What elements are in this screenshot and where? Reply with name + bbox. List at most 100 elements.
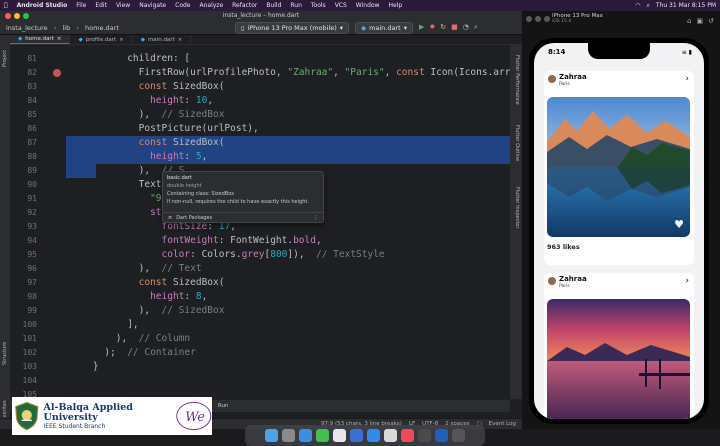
line-number[interactable]: 99 (10, 304, 37, 318)
tab-main-dart[interactable]: ◆ main.dart × (133, 35, 192, 44)
xcode-icon[interactable] (435, 429, 448, 442)
wifi-icon[interactable]: ◠ (635, 2, 640, 10)
safari-icon[interactable] (299, 429, 312, 442)
line-number[interactable]: 86 (10, 122, 37, 136)
zoom-icon[interactable] (367, 429, 380, 442)
run-config-selector[interactable]: ◆ main.dart ▾ (355, 21, 413, 34)
profile-icon[interactable]: ◔ (463, 23, 469, 32)
close-window-button[interactable] (5, 13, 11, 19)
menu-run[interactable]: Run (290, 2, 302, 9)
code-line[interactable]: ), // Text (70, 262, 202, 276)
close-window-button[interactable] (526, 16, 532, 22)
code-line[interactable]: const SizedBox( (70, 80, 225, 94)
line-number[interactable]: 98 (10, 290, 37, 304)
menu-build[interactable]: Build (266, 2, 281, 9)
menu-window[interactable]: Window (356, 2, 380, 9)
code-line[interactable]: height: 8, (70, 290, 207, 304)
flutter-inspector-tab[interactable]: Flutter Inspector (514, 187, 520, 228)
search-everywhere-icon[interactable]: ⌕ (474, 23, 478, 32)
notes-icon[interactable] (384, 429, 397, 442)
breadcrumb-lib[interactable]: lib (62, 24, 70, 32)
close-tab-icon[interactable]: × (178, 37, 183, 43)
post-photo[interactable] (547, 299, 690, 419)
tab-profile-dart[interactable]: ◆ profile.dart × (70, 35, 133, 44)
line-number[interactable]: 92 (10, 206, 37, 220)
line-number[interactable]: 82 (10, 66, 37, 80)
music-icon[interactable] (401, 429, 414, 442)
menu-tools[interactable]: Tools (311, 2, 326, 9)
line-number[interactable]: 90 (10, 178, 37, 192)
code-line[interactable]: height: 5, (70, 150, 207, 164)
code-line[interactable]: ), // Column (70, 332, 190, 346)
line-number[interactable]: 93 (10, 220, 37, 234)
post-username[interactable]: Zahraa (559, 275, 587, 283)
launchpad-icon[interactable] (282, 429, 295, 442)
structure-tool-tab[interactable]: Structure (2, 342, 8, 365)
line-number[interactable]: 103 (10, 360, 37, 374)
minimize-window-button[interactable] (14, 13, 20, 19)
avatar[interactable] (548, 75, 556, 83)
screenshot-icon[interactable]: ▣ (697, 17, 704, 25)
hot-reload-icon[interactable]: ↻ (440, 23, 446, 32)
code-line[interactable]: ], (70, 318, 138, 332)
trash-icon[interactable] (452, 429, 465, 442)
menu-edit[interactable]: Edit (95, 2, 107, 9)
flutter-performance-tab[interactable]: Flutter Performance (514, 55, 520, 105)
menu-navigate[interactable]: Navigate (139, 2, 166, 9)
line-number[interactable]: 94 (10, 234, 37, 248)
close-tab-icon[interactable]: × (119, 37, 124, 43)
arrow-forward-icon[interactable]: › (685, 276, 689, 286)
line-number[interactable]: 89 (10, 164, 37, 178)
run-icon[interactable]: ▶ (419, 23, 424, 32)
breadcrumb-file[interactable]: home.dart (85, 24, 119, 32)
post-card[interactable]: Zahraa Paris › (544, 71, 694, 265)
line-number[interactable]: 95 (10, 248, 37, 262)
search-icon[interactable]: ⌕ (647, 2, 650, 10)
flutter-outline-tab[interactable]: Flutter Outline (514, 125, 520, 161)
line-number[interactable]: 102 (10, 346, 37, 360)
stop-icon[interactable]: ■ (451, 23, 458, 32)
line-number[interactable]: 87 (10, 136, 37, 150)
code-line[interactable]: const SizedBox( (70, 136, 225, 150)
app-menu-name[interactable]: Android Studio (17, 2, 68, 9)
line-number[interactable]: 101 (10, 332, 37, 346)
appstore-icon[interactable] (350, 429, 363, 442)
code-line[interactable]: Text( (70, 178, 168, 192)
minimize-window-button[interactable] (535, 16, 541, 22)
zoom-window-button[interactable] (544, 16, 550, 22)
finder-icon[interactable] (265, 429, 278, 442)
messages-icon[interactable] (316, 429, 329, 442)
phone-screen[interactable]: 8:14 ≡ ▮ Zahraa Paris › ♥ 963 likes Zahr… (534, 43, 704, 419)
event-log-button[interactable]: Event Log (489, 421, 516, 427)
home-icon[interactable]: ⌂ (687, 17, 691, 25)
menu-view[interactable]: View (116, 2, 130, 9)
debug-icon[interactable]: ✹ (429, 23, 435, 32)
code-line[interactable]: FirstRow(urlProfilePhoto, "Zahraa", "Par… (70, 66, 510, 80)
more-options-icon[interactable]: ⋮ (313, 215, 318, 221)
code-line[interactable]: ); // Container (70, 346, 196, 360)
close-tab-icon[interactable]: × (57, 36, 62, 42)
line-number[interactable]: 81 (10, 52, 37, 66)
rotate-icon[interactable]: ↺ (708, 17, 714, 25)
line-number[interactable]: 84 (10, 94, 37, 108)
post-card[interactable]: Zahraa Paris › (544, 273, 694, 419)
run-panel-tab[interactable]: Run (218, 403, 229, 409)
menu-code[interactable]: Code (175, 2, 190, 9)
breakpoint-icon[interactable] (53, 69, 61, 77)
code-line[interactable]: ), // SizedBox (70, 304, 225, 318)
post-photo[interactable]: ♥ (547, 97, 690, 237)
popup-footer[interactable]: Dart Packages (176, 215, 212, 221)
zoom-window-button[interactable] (23, 13, 29, 19)
code-line[interactable]: color: Colors.grey[800]), // TextStyle (70, 248, 385, 262)
code-line[interactable]: fontWeight: FontWeight.bold, (70, 234, 322, 248)
apple-icon[interactable]:  (4, 2, 8, 9)
line-number[interactable]: 83 (10, 80, 37, 94)
code-line[interactable]: children: [ (70, 52, 190, 66)
project-tool-tab[interactable]: Project (2, 50, 8, 67)
line-number[interactable]: 96 (10, 262, 37, 276)
line-number[interactable]: 85 (10, 108, 37, 122)
menu-vcs[interactable]: VCS (335, 2, 347, 9)
code-line[interactable]: const SizedBox( (70, 276, 225, 290)
line-number[interactable]: 88 (10, 150, 37, 164)
line-number[interactable]: 97 (10, 276, 37, 290)
